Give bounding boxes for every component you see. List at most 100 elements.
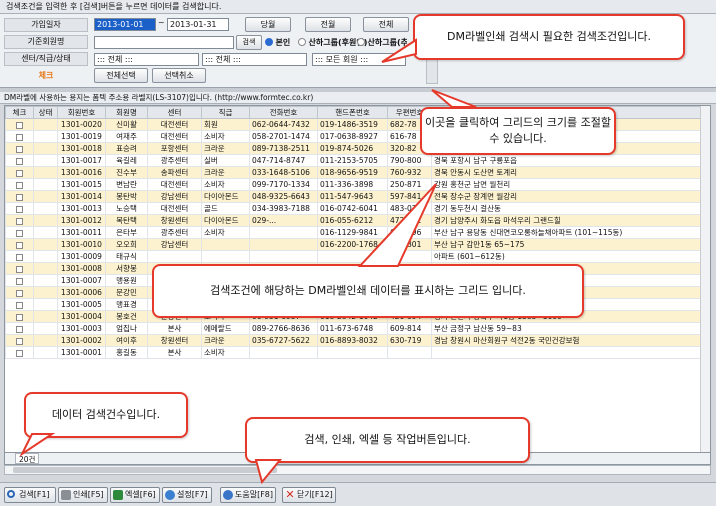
callout-buttons-text: 검색, 인쇄, 엑셀 등 작업버튼입니다. — [304, 433, 471, 446]
checkbox-icon[interactable] — [16, 301, 23, 309]
row-checkbox[interactable] — [5, 238, 34, 251]
table-cell: 서향봉 — [105, 262, 148, 275]
column-header[interactable]: 회원명 — [105, 106, 148, 119]
table-cell — [33, 130, 58, 143]
checkbox-icon[interactable] — [16, 169, 23, 177]
center-select[interactable]: ::: 전체 ::: — [94, 53, 199, 66]
base-member-input[interactable] — [94, 36, 234, 49]
excel-button[interactable]: 엑셀[F6] — [110, 487, 160, 503]
radio-self[interactable]: 본인 — [265, 37, 290, 48]
column-header[interactable]: 핸드폰번호 — [317, 106, 388, 119]
row-checkbox[interactable] — [5, 214, 34, 227]
table-cell — [33, 322, 58, 335]
checkbox-icon[interactable] — [16, 217, 23, 225]
horizontal-scrollbar[interactable] — [4, 465, 711, 475]
table-cell: 문강민 — [105, 286, 148, 299]
column-header[interactable]: 체크 — [5, 106, 34, 119]
settings-button[interactable]: 설정[F7] — [162, 487, 212, 503]
row-checkbox[interactable] — [5, 190, 34, 203]
row-checkbox[interactable] — [5, 346, 34, 359]
table-row[interactable]: 1301-0017 육길레 광주센터 실버 047-714-8747 011-2153-5… — [5, 154, 706, 167]
table-row[interactable]: 1301-0003 엄집나 본사 에메랄드 089-2766-8636 011-673-6… — [5, 322, 706, 335]
table-cell: 강남센터 — [147, 238, 202, 251]
close-button[interactable]: ✕ 닫기[F12] — [282, 487, 336, 503]
column-header[interactable]: 센터 — [147, 106, 202, 119]
table-cell — [147, 250, 202, 263]
row-checkbox[interactable] — [5, 226, 34, 239]
row-checkbox[interactable] — [5, 298, 34, 311]
table-cell: 1301-0005 — [57, 298, 106, 311]
row-checkbox[interactable] — [5, 154, 34, 167]
row-checkbox[interactable] — [5, 274, 34, 287]
row-checkbox[interactable] — [5, 178, 34, 191]
callout-pointer-grid — [357, 183, 437, 267]
column-header[interactable]: 회원번호 — [57, 106, 106, 119]
row-checkbox[interactable] — [5, 310, 34, 323]
row-checkbox[interactable] — [5, 250, 34, 263]
checkbox-icon[interactable] — [16, 253, 23, 261]
row-checkbox[interactable] — [5, 166, 34, 179]
row-checkbox[interactable] — [5, 130, 34, 143]
member-search-button[interactable]: 검색 — [236, 35, 262, 50]
row-checkbox[interactable] — [5, 286, 34, 299]
date-from-input[interactable]: 2013-01-01 — [94, 18, 156, 31]
checkbox-icon[interactable] — [16, 229, 23, 237]
table-cell: 1301-0016 — [57, 166, 106, 179]
current-month-button[interactable]: 당월 — [245, 17, 291, 32]
table-row[interactable]: 1301-0016 진수부 송파센터 크라운 033-1648-5106 018-9656… — [5, 166, 706, 179]
callout-grid-resize: 이곳을 클릭하여 그리드의 크기를 조절할 수 있습니다. — [420, 107, 616, 155]
table-cell: 016-8893-8032 — [317, 334, 388, 347]
row-checkbox[interactable] — [5, 322, 34, 335]
all-dates-button[interactable]: 전체 — [363, 17, 409, 32]
checkbox-icon[interactable] — [16, 145, 23, 153]
table-cell: 1301-0012 — [57, 214, 106, 227]
checkbox-icon[interactable] — [16, 241, 23, 249]
column-header[interactable]: 상태 — [33, 106, 58, 119]
table-cell: 1301-0007 — [57, 274, 106, 287]
checkbox-icon[interactable] — [16, 157, 23, 165]
printer-icon — [61, 490, 71, 500]
row-checkbox[interactable] — [5, 142, 34, 155]
checkbox-icon[interactable] — [16, 277, 23, 285]
table-row[interactable]: 1301-0002 여이후 창원센터 크라운 035-6727-5622 016-8893… — [5, 334, 706, 347]
table-cell: 홍길동 — [105, 346, 148, 359]
row-checkbox[interactable] — [5, 202, 34, 215]
table-cell: 1301-0006 — [57, 286, 106, 299]
column-header[interactable]: 전화번호 — [249, 106, 318, 119]
deselect-button[interactable]: 선택취소 — [152, 68, 206, 83]
search-button[interactable]: 검색[F1] — [4, 487, 56, 503]
checkbox-icon[interactable] — [16, 325, 23, 333]
checkbox-icon[interactable] — [16, 349, 23, 357]
base-member-label: 기준회원명 — [4, 35, 88, 49]
checkbox-icon[interactable] — [16, 193, 23, 201]
callout-grid: 검색조건에 해당하는 DM라벨인쇄 데이터를 표시하는 그리드 입니다. — [152, 264, 584, 318]
checkbox-icon[interactable] — [16, 337, 23, 345]
row-checkbox[interactable] — [5, 118, 34, 131]
table-cell: 송파센터 — [147, 166, 202, 179]
table-row[interactable]: 1301-0001 홍길동 본사 소비자 — [5, 346, 706, 359]
scroll-thumb[interactable] — [13, 467, 277, 473]
prev-month-button[interactable]: 전월 — [305, 17, 351, 32]
rank-select[interactable]: ::: 전체 ::: — [202, 53, 307, 66]
check-label: 체크 — [38, 71, 54, 80]
checkbox-icon[interactable] — [16, 133, 23, 141]
checkbox-icon[interactable] — [16, 265, 23, 273]
print-button[interactable]: 인쇄[F5] — [58, 487, 108, 503]
row-checkbox[interactable] — [5, 262, 34, 275]
column-header[interactable]: 직급 — [201, 106, 250, 119]
table-cell: 소비자 — [201, 178, 250, 191]
row-checkbox[interactable] — [5, 334, 34, 347]
checkbox-icon[interactable] — [16, 181, 23, 189]
table-cell — [33, 250, 58, 263]
table-cell: 011-2153-5705 — [317, 154, 388, 167]
checkbox-icon[interactable] — [16, 289, 23, 297]
vertical-scrollbar[interactable] — [700, 106, 710, 452]
checkbox-icon[interactable] — [16, 205, 23, 213]
help-button[interactable]: 도움말[F8] — [220, 487, 276, 503]
date-to-input[interactable]: 2013-01-31 — [167, 18, 229, 31]
callout-pointer-resize — [431, 89, 477, 108]
select-all-button[interactable]: 전체선택 — [94, 68, 148, 83]
checkbox-icon[interactable] — [16, 313, 23, 321]
table-cell: 1301-0017 — [57, 154, 106, 167]
checkbox-icon[interactable] — [16, 121, 23, 129]
